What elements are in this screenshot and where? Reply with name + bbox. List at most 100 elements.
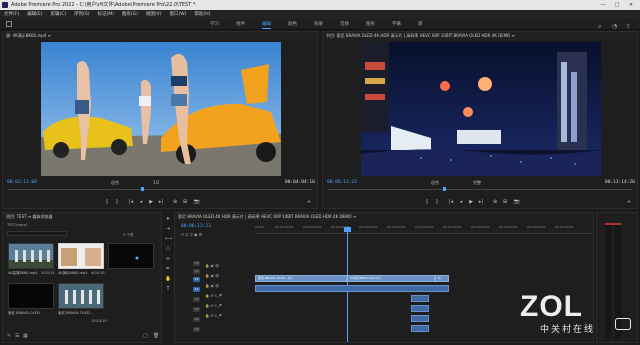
source-video-frame[interactable] — [41, 42, 281, 176]
project-thumb-1[interactable] — [8, 243, 54, 269]
project-search-input[interactable] — [7, 231, 67, 236]
hand-tool-icon[interactable]: ✋ — [165, 276, 171, 282]
menu-edit[interactable]: 编辑(E) — [27, 12, 42, 17]
source-timecode-current[interactable]: 00:03:11:08 — [7, 180, 37, 185]
list-view-icon[interactable]: ☰ — [15, 333, 19, 339]
source-scrub-bar[interactable] — [7, 189, 313, 190]
source-playhead[interactable] — [141, 187, 144, 191]
timeline-header[interactable]: 索尼 BRAVIA OLED 4K HDR 演示片 | 高码率 HEVC 60P… — [175, 213, 593, 221]
project-thumb-3[interactable] — [108, 243, 154, 269]
source-step-forward-button[interactable]: ▸| — [157, 199, 165, 206]
close-button[interactable]: ✕ — [626, 0, 636, 10]
video-clip-1[interactable]: 索尼 BRAVIA OLED...[V] — [255, 275, 347, 282]
timeline-playhead-handle[interactable] — [344, 227, 351, 232]
thumb-1-image — [9, 244, 53, 268]
workspace-tab-assembly[interactable]: 组件 — [236, 19, 245, 30]
workspace-tab-color[interactable]: 颜色 — [288, 19, 297, 30]
ripple-edit-tool-icon[interactable]: ⟷ — [165, 236, 172, 242]
program-lift-button[interactable]: ⊕ — [491, 199, 499, 206]
source-play-button[interactable]: ▶ — [147, 199, 155, 206]
program-camera-icon[interactable]: 📷 — [513, 199, 521, 206]
minimize-button[interactable]: — — [598, 0, 608, 10]
program-timecode-current[interactable]: 00:06:13:23 — [327, 180, 357, 185]
track-a4-label[interactable]: A4 — [193, 317, 200, 322]
timeline-snap-icon[interactable]: ⊓ ⊏ ⚲ ◆ ⚙ — [181, 232, 202, 237]
program-goto-in-button[interactable]: |◂ — [447, 199, 455, 206]
project-thumb-5[interactable] — [58, 283, 104, 309]
audio-clip-a5[interactable] — [411, 325, 429, 332]
audio-clip-a4[interactable] — [411, 315, 429, 322]
program-mark-in-button[interactable]: { — [423, 199, 431, 206]
program-mark-out-button[interactable]: } — [433, 199, 441, 206]
project-thumb-4[interactable] — [8, 283, 54, 309]
track-a5-label[interactable]: A5 — [193, 327, 200, 332]
home-icon[interactable] — [6, 21, 12, 27]
source-add-button[interactable]: + — [305, 199, 313, 206]
track-a3-label[interactable]: A3 — [193, 307, 200, 312]
razor-tool-icon[interactable]: ◇ — [165, 246, 171, 252]
maximize-button[interactable]: □ — [612, 0, 622, 10]
workspace-tab-effects[interactable]: 效果 — [314, 19, 323, 30]
program-playhead[interactable] — [443, 187, 446, 191]
pencil-icon[interactable]: ✎ — [7, 333, 11, 339]
track-controls[interactable]: 🔒 ▣ 👁 🔒 ▣ 👁 🔒 ▣ 👁 🔒 M S 🎤 🔒 M S 🎤 🔒 M S 🎤 — [205, 261, 222, 321]
workspace-tab-editing[interactable]: 编辑 — [262, 19, 271, 30]
source-monitor-header[interactable]: 源: 4K演示8K60.mp4 ≡ — [3, 32, 317, 40]
type-tool-icon[interactable]: T — [165, 286, 171, 292]
program-step-back-button[interactable]: ◂ — [457, 199, 465, 206]
program-monitor-header[interactable]: 节目: 索尼 BRAVIA OLED 4K HDR 演示片 | 高码率 HEVC… — [323, 32, 637, 40]
source-overwrite-button[interactable]: ⊞ — [181, 199, 189, 206]
source-zoom-select[interactable]: 适合 — [111, 180, 119, 186]
program-add-button[interactable]: + — [625, 199, 633, 206]
program-play-button[interactable]: ▶ — [467, 199, 475, 206]
program-scrub-bar[interactable] — [327, 189, 633, 190]
menu-help[interactable]: 帮助(H) — [194, 12, 210, 17]
track-select-tool-icon[interactable]: ⇥ — [165, 226, 171, 232]
workspace-tab-libraries[interactable]: 库 — [418, 19, 423, 30]
track-a1-label[interactable]: A1 — [193, 287, 200, 292]
menu-bar: 文件(F) 编辑(E) 剪辑(C) 序列(S) 标记(M) 图形(G) 视图(V) 窗口(W)… — [0, 10, 640, 19]
workspace-tab-audio[interactable]: 音频 — [340, 19, 349, 30]
source-resolution-select[interactable]: 1/2 — [153, 180, 159, 185]
menu-window[interactable]: 窗口(W) — [170, 12, 187, 17]
project-panel-header[interactable]: 项目: TEST ≡ 媒体浏览器 — [3, 213, 161, 221]
menu-file[interactable]: 文件(F) — [4, 12, 19, 17]
source-step-back-button[interactable]: ◂ — [137, 199, 145, 206]
video-clip-3[interactable]: fx — [435, 275, 449, 282]
icon-view-icon[interactable]: ▦ — [23, 333, 28, 339]
audio-clip-a3[interactable] — [411, 305, 429, 312]
source-goto-in-button[interactable]: |◂ — [127, 199, 135, 206]
timeline-timecode[interactable]: 00:06:13:23 — [181, 224, 211, 229]
menu-clip[interactable]: 剪辑(C) — [50, 12, 66, 17]
selection-tool-icon[interactable]: ➤ — [165, 216, 171, 222]
video-clip-2[interactable]: 4K演示8K60.mp4 [V] — [347, 275, 435, 282]
program-extract-button[interactable]: ⊞ — [501, 199, 509, 206]
audio-clip-a1[interactable] — [255, 285, 449, 292]
menu-markers[interactable]: 标记(M) — [98, 12, 114, 17]
source-camera-icon[interactable]: 📷 — [193, 199, 201, 206]
project-item-1-duration: 3:03:15 — [41, 271, 55, 275]
slip-tool-icon[interactable]: ⇹ — [165, 256, 171, 262]
track-v1-label[interactable]: V1 — [193, 277, 200, 282]
audio-clip-a2[interactable] — [411, 295, 429, 302]
menu-graphics[interactable]: 图形(G) — [122, 12, 138, 17]
workspace-tab-learn[interactable]: 学习 — [210, 19, 219, 30]
source-mark-out-button[interactable]: } — [113, 199, 121, 206]
menu-view[interactable]: 视图(V) — [146, 12, 162, 17]
program-resolution-select[interactable]: 完整 — [473, 180, 481, 186]
program-video-frame[interactable] — [361, 42, 601, 176]
track-v3-label[interactable]: V3 — [193, 261, 200, 266]
workspace-tab-captions[interactable]: 字幕 — [392, 19, 401, 30]
workspace-tab-graphics[interactable]: 图形 — [366, 19, 375, 30]
track-v2-label[interactable]: V2 — [193, 269, 200, 274]
source-mark-in-button[interactable]: { — [103, 199, 111, 206]
trash-icon[interactable]: 🗑 — [153, 333, 159, 339]
menu-sequence[interactable]: 序列(S) — [74, 12, 89, 17]
project-thumb-2[interactable] — [58, 243, 104, 269]
pen-tool-icon[interactable]: ✒ — [165, 266, 171, 272]
new-item-icon[interactable]: ▢ — [143, 333, 148, 339]
source-insert-button[interactable]: ⊕ — [171, 199, 179, 206]
program-zoom-select[interactable]: 适合 — [431, 180, 439, 186]
program-step-forward-button[interactable]: ▸| — [477, 199, 485, 206]
track-a2-label[interactable]: A2 — [193, 297, 200, 302]
